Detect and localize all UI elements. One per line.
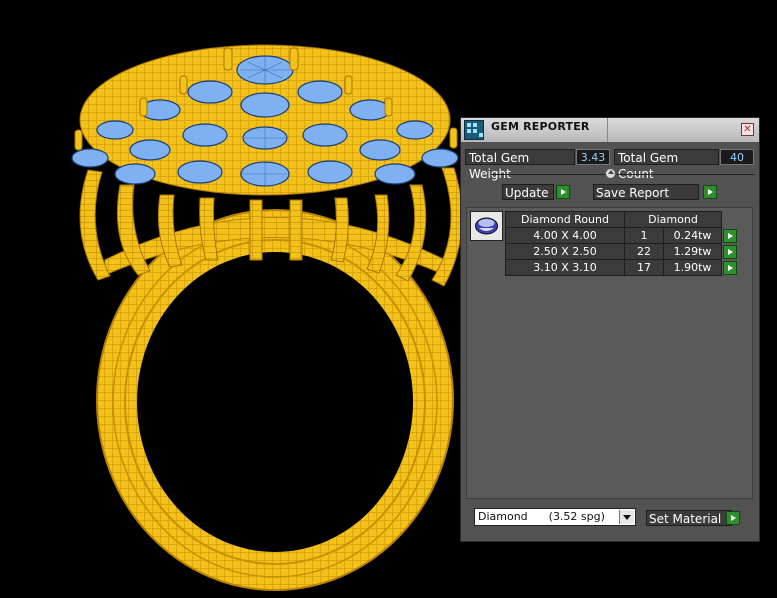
total-gem-weight-value: 3.43 [576,149,610,165]
arrow-right-icon[interactable] [556,185,570,199]
update-button[interactable]: Update [502,184,554,200]
gem-count-cell: 1 [623,227,665,244]
gem-weight-cell: 0.24tw [663,227,722,244]
gem-reporter-app-icon [464,120,484,140]
table-row[interactable]: 3.10 X 3.10 17 1.90tw [505,259,740,276]
gem-weight-cell: 1.90tw [663,259,722,276]
slider-track[interactable] [491,174,755,175]
column-header: Diamond [624,211,722,228]
table-row[interactable]: 4.00 X 4.00 1 0.24tw [505,227,740,244]
arrow-right-icon[interactable] [723,228,737,243]
gem-size-cell: 2.50 X 2.50 [505,243,625,260]
table-header-row: Diamond Round Diamond [505,211,740,228]
panel-title: GEM REPORTER [491,120,590,133]
titlebar-divider [607,118,608,142]
arrow-right-icon[interactable] [723,260,737,275]
total-gem-weight-label: Total Gem Weight [465,149,575,181]
gem-size-cell: 3.10 X 3.10 [505,259,625,276]
gem-count-cell: 22 [623,243,665,260]
material-select-value: Diamond (3.52 spg) [478,510,605,523]
dropdown-arrow-icon[interactable] [619,510,634,524]
arrow-right-icon[interactable] [726,511,740,525]
close-icon[interactable]: ✕ [741,123,754,136]
material-select[interactable]: Diamond (3.52 spg) [474,508,636,526]
gem-weight-cell: 1.29tw [663,243,722,260]
gem-size-cell: 4.00 X 4.00 [505,227,625,244]
set-material-button[interactable]: Set Material [646,510,732,526]
gem-count-cell: 17 [623,259,665,276]
arrow-right-icon[interactable] [723,244,737,259]
gem-thumbnail-icon[interactable] [470,211,503,241]
table-row[interactable]: 2.50 X 2.50 22 1.29tw [505,243,740,260]
panel-titlebar[interactable]: GEM REPORTER ✕ [461,118,759,142]
slider-knob-icon[interactable] [605,168,616,179]
column-header: Diamond Round [505,211,625,228]
gem-reporter-panel: GEM REPORTER ✕ Total Gem Weight 3.43 Tot… [460,117,760,542]
total-gem-count-value: 40 [720,149,754,165]
save-report-button[interactable]: Save Report [593,184,699,200]
gem-table: Diamond Round Diamond 4.00 X 4.00 1 0.24… [505,211,740,276]
arrow-right-icon[interactable] [703,185,717,199]
total-gem-count-label: Total Gem Count [614,149,719,181]
